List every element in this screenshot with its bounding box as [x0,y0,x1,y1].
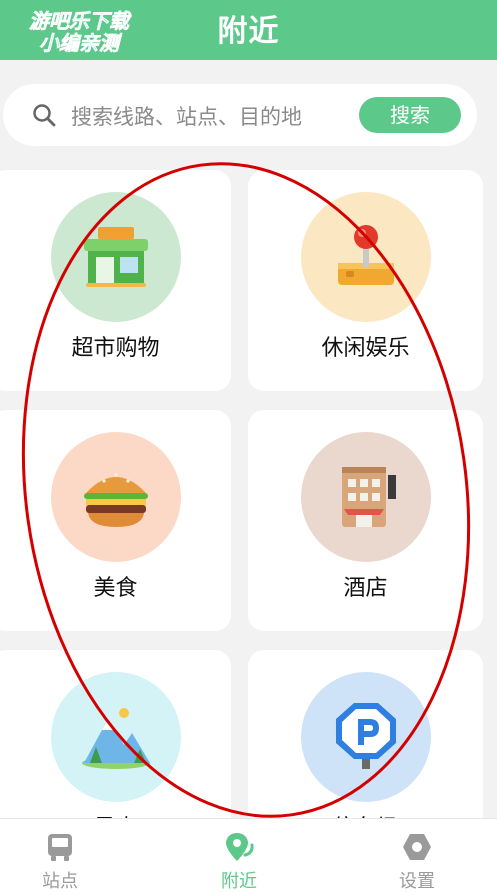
category-card-food[interactable]: 美食 [0,410,231,631]
tab-settings[interactable]: 设置 [357,819,477,892]
tab-label: 附近 [221,871,257,892]
hotel-icon [341,467,396,527]
category-icon-bg [300,192,431,322]
category-grid: 超市购物 休闲娱乐 美食 酒店 [0,0,497,892]
tab-stations[interactable]: 站点 [0,819,120,892]
category-label: 休闲娱乐 [321,336,410,361]
tab-label: 设置 [399,871,435,892]
category-icon-bg [300,432,431,562]
category-icon-bg [50,432,181,562]
category-label: 美食 [93,576,138,601]
burger-icon [83,473,148,527]
mountain-icon [81,708,150,769]
category-label: 超市购物 [71,336,160,361]
category-card-hotel[interactable]: 酒店 [248,410,483,631]
tab-label: 站点 [42,871,78,892]
tab-nearby[interactable]: 附近 [179,819,299,892]
bus-icon [48,834,72,861]
category-icon-bg [50,192,181,322]
tab-bar: 站点 附近 设置 [0,818,497,892]
location-icon [226,833,254,861]
category-icon-bg [50,672,181,802]
category-icon-bg [300,672,431,802]
supermarket-icon [83,227,148,287]
parking-icon [335,703,396,769]
settings-icon [403,834,431,860]
category-card-entertainment[interactable]: 休闲娱乐 [248,170,483,391]
joystick-icon [337,225,394,285]
category-card-supermarket[interactable]: 超市购物 [0,170,231,391]
category-label: 酒店 [343,576,388,601]
